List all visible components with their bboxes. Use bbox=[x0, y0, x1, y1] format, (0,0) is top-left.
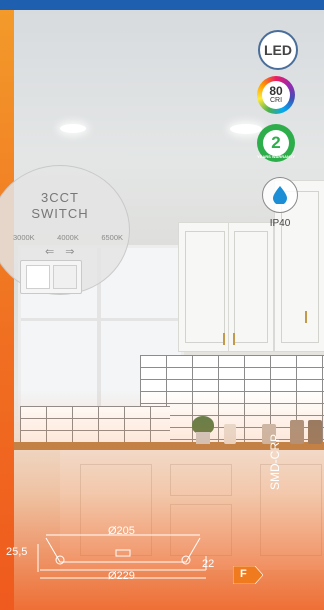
product-code: SMD-CRP bbox=[268, 434, 282, 490]
warranty-badge-inner: 2 bbox=[263, 130, 289, 156]
led-label: LED bbox=[264, 42, 292, 58]
water-drop-svg bbox=[273, 186, 287, 204]
cri-label: CRI bbox=[269, 96, 283, 104]
warranty-label: YEARS WARRANTY bbox=[257, 154, 296, 159]
energy-class-label: F bbox=[240, 568, 247, 580]
temp-option: 3000K bbox=[13, 233, 35, 242]
cri-value: 80 bbox=[269, 83, 283, 98]
switch-arrows-icon: ⇐ ⇒ bbox=[45, 246, 79, 258]
cabinet-handle bbox=[223, 333, 225, 345]
ceiling-light-left bbox=[60, 124, 86, 133]
toggle-knob bbox=[26, 265, 50, 289]
switch-title-line1: 3CCT bbox=[41, 190, 79, 205]
water-drop-icon bbox=[262, 177, 298, 213]
height-dimension-label: 25,5 bbox=[6, 546, 28, 558]
orange-side-bar bbox=[0, 10, 14, 610]
top-blue-bar bbox=[0, 0, 324, 10]
led-badge-icon: LED bbox=[258, 30, 298, 70]
upper-cabinet-middle bbox=[228, 222, 274, 352]
orange-fade-overlay bbox=[0, 390, 324, 610]
ip-rating-label: IP40 bbox=[269, 218, 291, 229]
warranty-value: 2 bbox=[271, 133, 281, 152]
warranty-badge-icon: 2 YEARS WARRANTY bbox=[257, 124, 295, 162]
switch-title-line2: SWITCH bbox=[31, 206, 89, 221]
toggle-knob bbox=[53, 265, 77, 289]
window-mullion bbox=[21, 318, 181, 321]
cri-badge-icon: 80 CRI bbox=[257, 76, 295, 114]
upper-cabinet-left bbox=[178, 222, 232, 352]
depth-dimension-label: 22 bbox=[202, 558, 215, 570]
cri-badge-inner: 80 CRI bbox=[262, 81, 290, 109]
energy-class-flag-icon bbox=[233, 566, 263, 584]
cutout-dimension-label: Ø205 bbox=[108, 525, 135, 537]
cabinet-handle bbox=[305, 311, 307, 323]
temp-option: 4000K bbox=[57, 233, 79, 242]
outer-dimension-label: Ø229 bbox=[108, 570, 135, 582]
cabinet-panel bbox=[281, 191, 319, 343]
ceiling-light-right bbox=[230, 124, 262, 134]
color-temperature-options: 3000K 4000K 6500K bbox=[13, 233, 123, 242]
cabinet-panel bbox=[185, 231, 225, 343]
cabinet-handle bbox=[233, 333, 235, 345]
cabinet-panel bbox=[234, 231, 268, 343]
cct-toggle-switch bbox=[20, 260, 82, 294]
temp-option: 6500K bbox=[101, 233, 123, 242]
